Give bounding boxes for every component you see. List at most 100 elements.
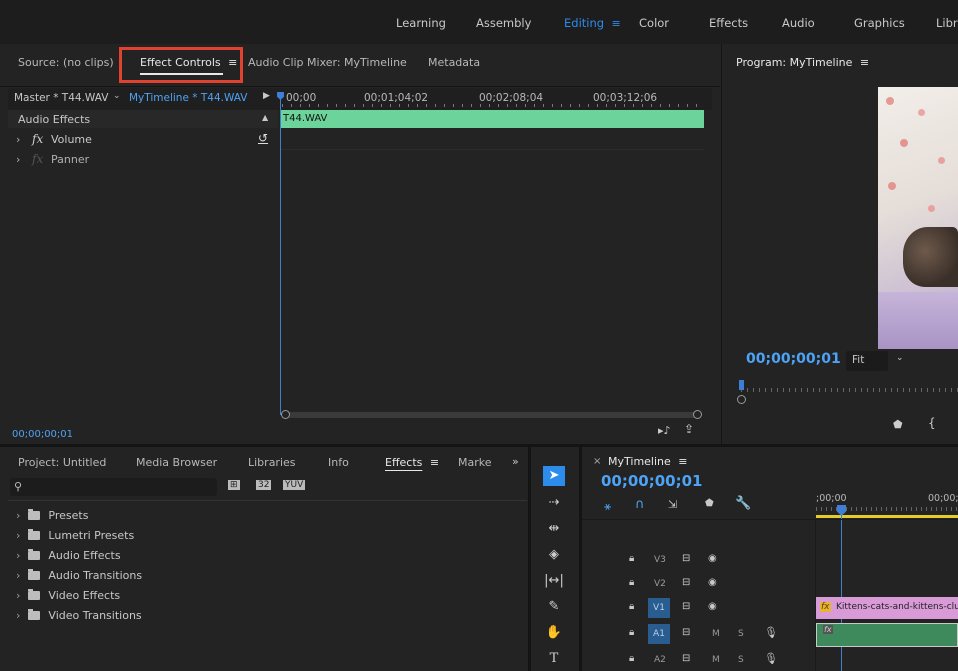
workspace-learning[interactable]: Learning (396, 16, 446, 30)
folder-audio-effects[interactable]: › Audio Effects (8, 546, 527, 566)
expand-chevron-icon[interactable]: › (16, 153, 20, 166)
accelerated-effects-icon[interactable]: ⊞ (228, 480, 240, 490)
tab-project[interactable]: Project: Untitled (18, 456, 106, 469)
sync-lock-icon[interactable]: ⊟ (682, 577, 690, 588)
type-tool-icon[interactable]: T (543, 649, 565, 669)
effect-row-volume[interactable]: › fx Volume ↺ (8, 130, 278, 148)
scroll-handle-left[interactable] (737, 395, 746, 404)
expand-chevron-icon[interactable]: › (16, 133, 20, 146)
panel-menu-icon[interactable]: ≡ (426, 456, 439, 469)
tab-metadata[interactable]: Metadata (428, 56, 480, 69)
32-bit-effects-icon[interactable]: 32 (256, 480, 272, 490)
solo-button[interactable]: S (738, 629, 744, 639)
menu-icon[interactable]: ≡ (608, 17, 621, 30)
eye-icon[interactable]: ◉ (708, 577, 717, 588)
lock-icon[interactable]: 🔒︎ (629, 601, 634, 612)
fit-dropdown[interactable]: Fit ⌄ (846, 351, 904, 371)
linked-selection-icon[interactable]: ∩ (635, 497, 645, 512)
audio-clip[interactable]: T44.WAV (280, 110, 704, 128)
mute-button[interactable]: M (712, 655, 720, 665)
fx-icon[interactable]: fx (32, 132, 43, 146)
collapse-arrow-icon[interactable]: ▲ (262, 113, 268, 122)
tab-libraries[interactable]: Libraries (248, 456, 296, 469)
program-ruler[interactable] (741, 388, 958, 392)
current-timecode[interactable]: 00;00;00;01 (12, 429, 73, 440)
tab-source[interactable]: Source: (no clips) (18, 56, 114, 69)
yuv-effects-icon[interactable]: YUV (283, 480, 306, 490)
timeline-timecode[interactable]: 00;00;00;01 (601, 472, 703, 490)
eye-icon[interactable]: ◉ (708, 601, 717, 612)
export-icon[interactable]: ⇪ (684, 422, 694, 436)
program-monitor-title[interactable]: Program: MyTimeline ≡ (736, 56, 869, 69)
pen-tool-icon[interactable]: ✎ (543, 597, 565, 617)
hand-tool-icon[interactable]: ✋ (543, 623, 565, 643)
panel-menu-icon[interactable]: ≡ (675, 455, 687, 468)
play-audio-icon[interactable]: ▸♪ (658, 424, 671, 437)
folder-lumetri-presets[interactable]: › Lumetri Presets (8, 526, 527, 546)
wrench-icon[interactable]: 🔧 (735, 496, 751, 511)
add-marker-icon[interactable]: ⇲ (668, 498, 677, 511)
sync-lock-icon[interactable]: ⊟ (682, 553, 690, 564)
track-name[interactable]: A2 (654, 655, 666, 665)
program-playhead[interactable] (739, 380, 744, 390)
scroll-handle-left[interactable] (281, 410, 290, 419)
tab-info[interactable]: Info (328, 456, 349, 469)
track-name[interactable]: V3 (654, 555, 666, 565)
sync-lock-icon[interactable]: ⊟ (682, 601, 690, 612)
workspace-assembly[interactable]: Assembly (476, 16, 531, 30)
tab-markers[interactable]: Marke (458, 456, 492, 469)
lock-icon[interactable]: 🔒︎ (629, 627, 634, 638)
workspace-editing[interactable]: Editing ≡ (564, 16, 621, 30)
microphone-icon[interactable]: 🎙︎ (764, 626, 778, 639)
eye-icon[interactable]: ◉ (708, 553, 717, 564)
master-clip-label[interactable]: Master * T44.WAV (14, 92, 108, 104)
track-select-tool-icon[interactable]: ⇢ (543, 493, 565, 513)
folder-audio-transitions[interactable]: › Audio Transitions (8, 566, 527, 586)
selection-tool-icon[interactable]: ➤ (543, 466, 565, 486)
lock-icon[interactable]: 🔒︎ (629, 577, 634, 588)
microphone-icon[interactable]: 🎙︎ (764, 652, 778, 665)
ripple-edit-tool-icon[interactable]: ⇹ (543, 519, 565, 539)
audio-clip-a1[interactable]: fx (816, 623, 958, 647)
tab-media-browser[interactable]: Media Browser (136, 456, 217, 469)
folder-video-transitions[interactable]: › Video Transitions (8, 606, 527, 626)
sequence-clip-label[interactable]: MyTimeline * T44.WAV (129, 92, 247, 104)
workspace-audio[interactable]: Audio (782, 16, 815, 30)
marker-icon[interactable]: ⬟ (705, 498, 714, 509)
folder-presets[interactable]: › Presets (8, 506, 527, 526)
horizontal-scrollbar[interactable] (284, 412, 697, 418)
panel-menu-icon[interactable]: ≡ (856, 56, 869, 69)
add-marker-icon[interactable]: ⬟ (893, 418, 903, 431)
mute-button[interactable]: M (712, 629, 720, 639)
timeline-tab[interactable]: MyTimeline ≡ (608, 455, 688, 468)
snap-icon[interactable]: ⚹ (604, 499, 611, 514)
sync-lock-icon[interactable]: ⊟ (682, 627, 690, 638)
program-timecode[interactable]: 00;00;00;01 (746, 351, 841, 367)
scroll-handle-right[interactable] (693, 410, 702, 419)
workspace-effects[interactable]: Effects (709, 16, 748, 30)
track-name[interactable]: V1 (648, 598, 670, 618)
track-name[interactable]: V2 (654, 579, 666, 589)
lock-icon[interactable]: 🔒︎ (629, 553, 634, 564)
video-clip[interactable]: fx Kittens-cats-and-kittens-club (816, 597, 958, 619)
tab-effects[interactable]: Effects ≡ (385, 456, 439, 469)
fx-badge[interactable]: fx (823, 625, 833, 634)
reset-icon[interactable]: ↺ (258, 131, 268, 145)
workspace-graphics[interactable]: Graphics (854, 16, 905, 30)
chevron-down-icon[interactable]: ⌄ (113, 91, 121, 101)
lock-icon[interactable]: 🔒︎ (629, 653, 634, 664)
track-name[interactable]: A1 (648, 624, 670, 644)
play-triangle-icon[interactable]: ▶ (263, 91, 270, 101)
more-tabs-icon[interactable]: » (512, 455, 519, 468)
workspace-libraries[interactable]: Libr (936, 16, 958, 30)
razor-tool-icon[interactable]: ◈ (543, 545, 565, 565)
mark-in-icon[interactable]: { (928, 416, 936, 430)
solo-button[interactable]: S (738, 655, 744, 665)
effects-search-input[interactable]: ⚲ (10, 478, 217, 496)
folder-video-effects[interactable]: › Video Effects (8, 586, 527, 606)
close-icon[interactable]: × (593, 456, 601, 467)
fx-badge[interactable]: fx (820, 602, 831, 612)
effect-row-panner[interactable]: › fx Panner (8, 150, 278, 168)
sync-lock-icon[interactable]: ⊟ (682, 653, 690, 664)
effect-controls-ruler[interactable]: 00;00 00;01;04;02 00;02;08;04 00;03;12;0… (282, 90, 704, 108)
